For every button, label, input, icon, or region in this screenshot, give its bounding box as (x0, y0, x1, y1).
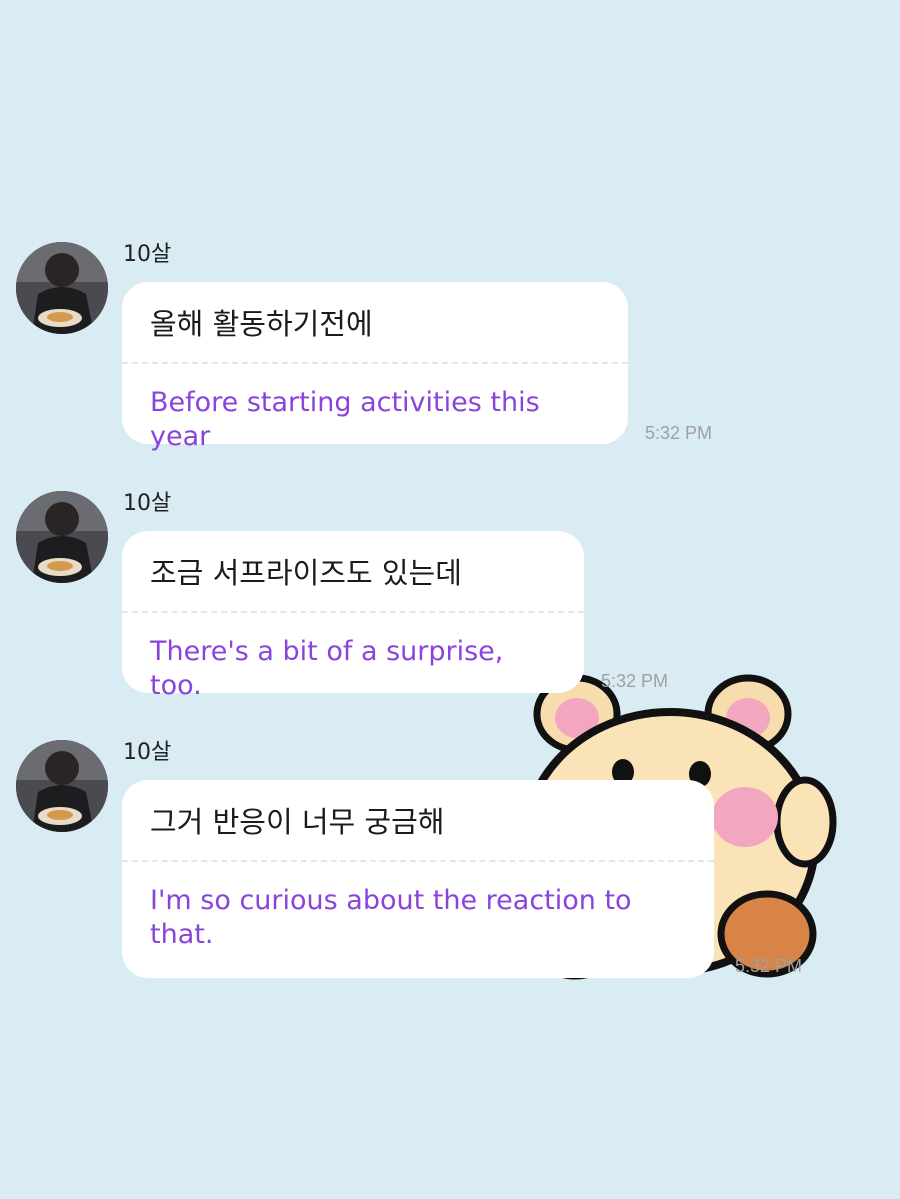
message-bubble[interactable]: 조금 서프라이즈도 있는데 There's a bit of a surpris… (122, 531, 584, 701)
translation-text: I'm so curious about the reaction to tha… (150, 885, 632, 950)
sender-name: 10살 (123, 242, 172, 267)
sender-name: 10살 (123, 491, 172, 516)
sender-name: 10살 (123, 740, 172, 765)
message-bubble[interactable]: 그거 반응이 너무 궁금해 I'm so curious about the r… (122, 780, 714, 978)
original-text: 그거 반응이 너무 궁금해 (122, 780, 714, 862)
translation-text: Before starting activities this year (150, 387, 540, 452)
translation-text: There's a bit of a surprise, too. (150, 636, 504, 701)
avatar[interactable] (16, 242, 108, 334)
timestamp: 5:32 PM (645, 423, 713, 443)
timestamp: 5:32 PM (601, 671, 669, 691)
original-text: 올해 활동하기전에 (122, 282, 628, 364)
avatar[interactable] (16, 491, 108, 583)
chat-area: 10살 올해 활동하기전에 Before starting activities… (0, 0, 900, 1199)
message-bubble[interactable]: 올해 활동하기전에 Before starting activities thi… (122, 282, 628, 452)
timestamp: 5:32 PM (735, 956, 803, 976)
original-text: 조금 서프라이즈도 있는데 (122, 531, 584, 613)
avatar[interactable] (16, 740, 108, 832)
